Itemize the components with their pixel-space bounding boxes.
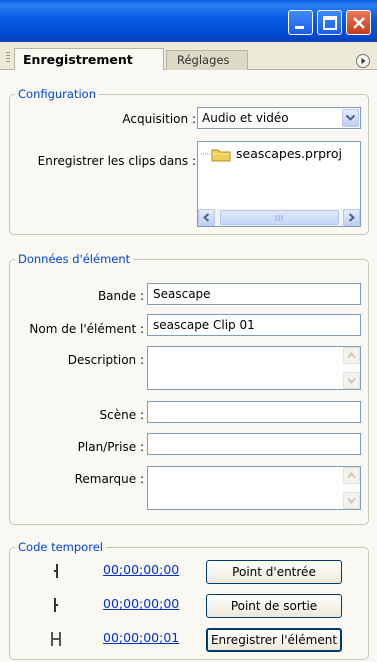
nom-element-label: Nom de l'élément : (29, 322, 144, 336)
description-scrollbar[interactable] (343, 347, 360, 389)
save-location-label: Enregistrer les clips dans : (37, 154, 196, 168)
timecode-legend: Code temporel (15, 540, 106, 554)
in-point-icon[interactable] (51, 563, 61, 579)
description-scroll-down[interactable] (343, 372, 360, 389)
minimize-button[interactable] (288, 10, 313, 35)
scroll-thumb[interactable] (220, 210, 339, 225)
remarque-label: Remarque : (74, 472, 144, 486)
scene-label: Scène : (99, 408, 144, 422)
remarque-scroll-up[interactable] (343, 467, 360, 484)
chevron-left-icon (202, 213, 210, 222)
horizontal-scrollbar[interactable] (198, 209, 360, 226)
log-clip-button[interactable]: Enregistrer l'élément (206, 628, 342, 652)
close-icon (353, 17, 365, 29)
in-point-timecode[interactable]: 00;00;00;00 (103, 562, 179, 577)
remarque-scrollbar[interactable] (343, 467, 360, 509)
acquisition-label: Acquisition : (122, 112, 196, 126)
chevron-right-icon (348, 213, 356, 222)
close-button[interactable] (346, 10, 371, 35)
set-in-point-button[interactable]: Point d'entrée (206, 560, 342, 584)
set-out-point-button[interactable]: Point de sortie (206, 594, 342, 618)
plan-prise-label: Plan/Prise : (77, 440, 144, 454)
clip-data-legend: Données d'élément (15, 252, 134, 266)
chevron-up-icon (347, 351, 356, 359)
minimize-icon (295, 26, 304, 29)
chevron-up-icon (347, 471, 356, 479)
out-point-icon[interactable] (51, 597, 61, 613)
select-arrow-button[interactable] (342, 109, 359, 127)
duration-timecode[interactable]: 00;00;00;01 (103, 630, 179, 645)
remarque-textarea[interactable] (147, 466, 361, 510)
description-label: Description : (67, 353, 144, 367)
folder-item-label[interactable]: seascapes.prproj (236, 146, 342, 161)
tab-strip: Enregistrement Réglages (0, 42, 377, 71)
plan-prise-input[interactable] (147, 433, 361, 455)
folder-icon (211, 149, 231, 162)
configuration-legend: Configuration (15, 87, 99, 101)
scroll-left-button[interactable] (198, 209, 215, 226)
bande-label: Bande : (97, 289, 144, 303)
logging-panel: Configuration Acquisition : Enregistrer … (0, 70, 377, 662)
description-textarea[interactable] (147, 346, 361, 390)
chevron-down-icon (347, 497, 356, 505)
maximize-icon (323, 16, 337, 30)
out-point-timecode[interactable]: 00;00;00;00 (103, 596, 179, 611)
scroll-right-button[interactable] (343, 209, 360, 226)
window-titlebar (0, 0, 377, 42)
chevron-down-icon (347, 377, 356, 385)
scene-input[interactable] (147, 401, 361, 423)
maximize-button[interactable] (317, 10, 342, 35)
duration-icon (51, 632, 61, 646)
acquisition-select[interactable]: Audio et vidéo (197, 107, 361, 129)
tab-reglages[interactable]: Réglages (166, 50, 248, 70)
tab-enregistrement[interactable]: Enregistrement (14, 48, 164, 71)
nom-element-input[interactable]: seascape Clip 01 (147, 314, 361, 336)
clip-location-list[interactable]: seascapes.prproj (197, 141, 361, 227)
drag-grip[interactable] (6, 52, 10, 64)
remarque-scroll-down[interactable] (343, 492, 360, 509)
acquisition-value: Audio et vidéo (202, 111, 289, 125)
grip-icon (275, 215, 283, 221)
panel-menu-button[interactable] (356, 54, 370, 68)
description-scroll-up[interactable] (343, 347, 360, 364)
chevron-down-icon (345, 114, 356, 121)
bande-input[interactable]: Seascape (147, 283, 361, 305)
panel-menu-icon (361, 58, 366, 64)
